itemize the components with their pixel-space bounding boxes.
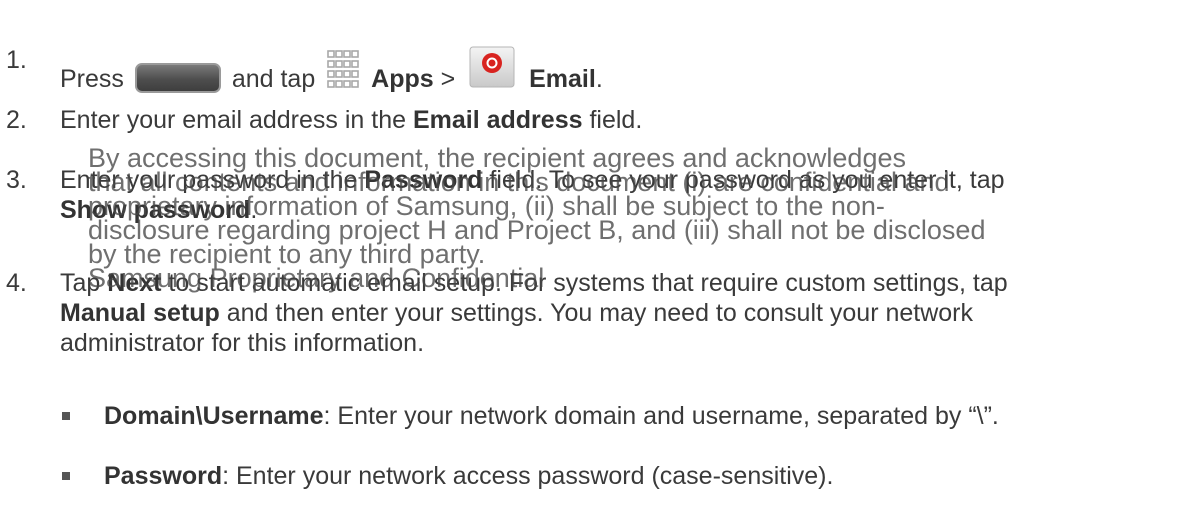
password-bullet-label: Password (104, 462, 223, 490)
email-label: Email (529, 65, 596, 93)
bullet-marker (62, 472, 70, 480)
apps-label: Apps (371, 65, 434, 93)
step-number: 1. (6, 46, 27, 74)
watermark-line: by the recipient to any third party. (88, 239, 486, 269)
step-1-period: . (595, 65, 603, 93)
step-number: 2. (6, 106, 27, 134)
step-3-text-pre: Enter your password in the (60, 166, 358, 194)
step-2-text-post: field. (589, 106, 643, 134)
apps-grid-icon (327, 50, 359, 88)
step-number: 3. (6, 166, 27, 194)
breadcrumb-separator: > (440, 65, 456, 93)
step-4-text-pre: Tap (60, 269, 101, 297)
step-4-text-line3: administrator for this information. (60, 329, 425, 357)
step-number: 4. (6, 269, 27, 297)
step-4-text-post: to start automatic email setup. For syst… (168, 269, 1008, 297)
domain-username-text: : Enter your network domain and username… (323, 402, 999, 430)
step-1-and-tap-text: and tap (231, 65, 316, 93)
step-2-text-pre: Enter your email address in the (60, 106, 407, 134)
step-1-press-text: Press (60, 65, 124, 93)
home-key-icon (134, 63, 221, 93)
manual-setup-label: Manual setup (60, 299, 220, 327)
password-label: Password (364, 166, 483, 194)
step-3-text-post: field. To see your password as you enter… (489, 166, 1005, 194)
show-password-label: Show password (60, 196, 251, 224)
email-app-icon (469, 46, 515, 88)
domain-username-label: Domain\Username (104, 402, 324, 430)
email-address-label: Email address (412, 106, 583, 134)
step-3-period: . (250, 196, 258, 224)
step-4-text-post2: and then enter your settings. You may ne… (226, 299, 974, 327)
bullet-marker (62, 412, 70, 420)
password-bullet-text: : Enter your network access password (ca… (222, 462, 834, 490)
next-label: Next (107, 269, 162, 297)
